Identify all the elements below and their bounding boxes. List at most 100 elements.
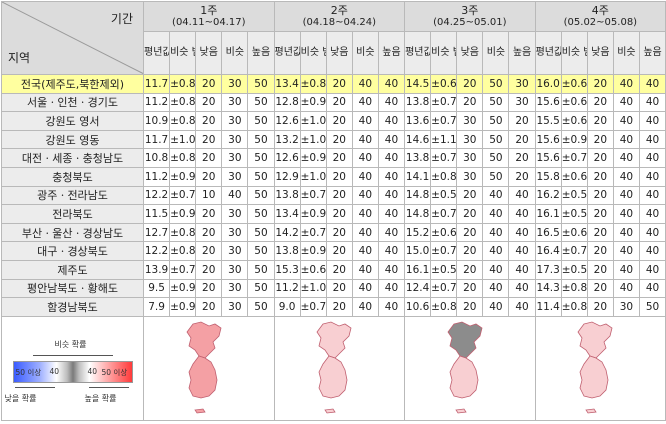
week-4-normal-cell: 15.8 bbox=[534, 166, 562, 187]
week-3-high-cell: 40 bbox=[508, 204, 536, 224]
korea-map-week-3 bbox=[447, 321, 483, 414]
week-2-range-cell: ±1.0 bbox=[299, 111, 327, 131]
table-row: 대전ㆍ세종ㆍ충청남도 10.8 ±0.8 20 30 50 12.6 ±0.9 20 40 40 13… bbox=[1, 148, 666, 168]
week-2-high-cell: 40 bbox=[377, 222, 406, 243]
week-4-range-cell: ±0.8 bbox=[560, 297, 588, 317]
region-name: 평안남북도ㆍ황해도 bbox=[1, 278, 144, 299]
week-1-header: 1주 (04.11~04.17) bbox=[143, 0, 275, 33]
week-4-range-cell: ±0.7 bbox=[560, 241, 588, 261]
week-4-low-cell: 20 bbox=[586, 297, 614, 317]
table-row: 제주도 13.9 ±0.7 20 30 50 15.3 ±0.6 20 40 40 16.1 ±0.5 2… bbox=[1, 259, 666, 280]
table-row: 함경남북도 7.9 ±0.9 20 30 50 9.0 ±0.7 20 40 40 10.6 ±0.8 2… bbox=[1, 297, 666, 317]
week-2-normal-cell: 9.0 bbox=[273, 297, 301, 317]
week-1-range-cell: ±0.9 bbox=[169, 204, 197, 224]
week-4-low-cell: 20 bbox=[586, 259, 614, 280]
region-name: 대구ㆍ경상북도 bbox=[1, 241, 144, 261]
week-1-map-cell bbox=[143, 315, 275, 421]
week-3-subheader-low: 낮음 bbox=[456, 31, 484, 75]
week-4-subheader-low: 낮음 bbox=[586, 31, 614, 75]
week-3-high-cell: 40 bbox=[508, 185, 536, 206]
week-3-low-cell: 30 bbox=[456, 129, 484, 150]
week-2-normal-cell: 12.6 bbox=[273, 111, 301, 131]
forecast-panel: 기간 지역 1주 (04.11~04.17) 2주 (04.18~04.24) 3주… bbox=[1, 0, 666, 423]
week-2-similar-cell: 40 bbox=[351, 148, 379, 168]
map-region-jeju bbox=[194, 408, 206, 414]
week-2-low-cell: 20 bbox=[325, 297, 353, 317]
week-3-similar-cell: 40 bbox=[482, 185, 510, 206]
week-1-similar-cell: 30 bbox=[221, 278, 249, 299]
week-1-subheader-normal: 평년값 (℃) bbox=[142, 31, 171, 75]
region-name: 대전ㆍ세종ㆍ충청남도 bbox=[1, 148, 144, 168]
week-3-range-cell: ±0.8 bbox=[430, 166, 458, 187]
week-3-high-cell: 40 bbox=[508, 278, 536, 299]
week-3-similar-cell: 40 bbox=[482, 297, 510, 317]
week-3-similar-cell: 40 bbox=[482, 241, 510, 261]
week-4-similar-cell: 40 bbox=[612, 204, 640, 224]
week-3-low-cell: 20 bbox=[456, 185, 484, 206]
week-4-normal-cell: 17.3 bbox=[534, 259, 562, 280]
region-name: 서울ㆍ인천ㆍ경기도 bbox=[1, 92, 144, 113]
korea-map-week-4 bbox=[577, 321, 613, 414]
week-4-low-cell: 20 bbox=[586, 166, 614, 187]
week-4-subheader-similar: 비슷 bbox=[612, 31, 640, 75]
week-4-range-cell: ±0.5 bbox=[560, 259, 588, 280]
week-3-range-cell: ±0.6 bbox=[430, 222, 458, 243]
week-4-range-cell: ±0.5 bbox=[560, 185, 588, 206]
map-region-jeju bbox=[455, 408, 467, 414]
week-1-range-cell: ±0.7 bbox=[169, 185, 197, 206]
region-name: 부산ㆍ울산ㆍ경상남도 bbox=[1, 222, 144, 243]
table-row: 강원도 영서 10.9 ±0.8 20 30 50 12.6 ±1.0 20 40 40 13.6 ±0… bbox=[1, 111, 666, 131]
table-row: 강원도 영동 11.7 ±1.0 20 30 50 13.2 ±1.0 20 40 40 14.6 ±1… bbox=[1, 129, 666, 150]
week-3-high-cell: 20 bbox=[508, 166, 536, 187]
week-4-normal-cell: 16.4 bbox=[534, 241, 562, 261]
week-4-high-cell: 40 bbox=[638, 222, 666, 243]
map-region-south bbox=[188, 355, 218, 399]
week-1-low-cell: 20 bbox=[195, 222, 223, 243]
week-2-normal-cell: 12.8 bbox=[273, 92, 301, 113]
week-4-low-cell: 20 bbox=[586, 222, 614, 243]
week-1-range-cell: ±0.7 bbox=[169, 259, 197, 280]
week-2-similar-cell: 40 bbox=[351, 297, 379, 317]
week-3-subheader-similar: 비슷 bbox=[482, 31, 510, 75]
week-1-normal-cell: 11.2 bbox=[142, 166, 171, 187]
week-3-similar-cell: 50 bbox=[482, 111, 510, 131]
table-row: 부산ㆍ울산ㆍ경상남도 12.7 ±0.8 20 30 50 14.2 ±0.7 20 40 40 15… bbox=[1, 222, 666, 243]
week-4-range-cell: ±0.7 bbox=[560, 148, 588, 168]
week-1-normal-cell: 13.9 bbox=[142, 259, 171, 280]
week-4-normal-cell: 15.5 bbox=[534, 111, 562, 131]
week-4-normal-cell: 16.2 bbox=[534, 185, 562, 206]
week-2-range-cell: ±0.9 bbox=[299, 148, 327, 168]
week-1-similar-cell: 40 bbox=[221, 185, 249, 206]
week-1-low-cell: 20 bbox=[195, 148, 223, 168]
table-row: 광주ㆍ전라남도 12.2 ±0.7 10 40 50 13.8 ±0.7 20 40 40 14.8 ±… bbox=[1, 185, 666, 206]
week-1-range-cell: ±0.8 bbox=[169, 74, 197, 94]
week-4-similar-cell: 40 bbox=[612, 241, 640, 261]
week-4-subheader-range: 비슷 범위 (℃) bbox=[560, 31, 588, 75]
week-3-similar-cell: 50 bbox=[482, 92, 510, 113]
week-1-normal-cell: 11.7 bbox=[142, 74, 171, 94]
week-4-normal-cell: 15.6 bbox=[534, 92, 562, 113]
week-4-range-cell: ±0.6 bbox=[560, 74, 588, 94]
table-row: 대구ㆍ경상북도 12.2 ±0.8 20 30 50 13.8 ±0.9 20 40 40 15.0 ±… bbox=[1, 241, 666, 261]
week-2-similar-cell: 40 bbox=[351, 185, 379, 206]
week-2-high-cell: 40 bbox=[377, 92, 406, 113]
map-region-north bbox=[186, 321, 222, 359]
period-label: 기간 bbox=[110, 12, 133, 26]
week-2-range-cell: ±0.9 bbox=[299, 204, 327, 224]
table-row: 충청북도 11.2 ±0.9 20 30 50 12.9 ±1.0 20 40 40 14.1 ±0.8… bbox=[1, 166, 666, 187]
week-1-high-cell: 50 bbox=[247, 278, 275, 299]
week-2-low-cell: 20 bbox=[325, 185, 353, 206]
week-4-similar-cell: 40 bbox=[612, 259, 640, 280]
week-3-range-cell: ±0.5 bbox=[430, 259, 458, 280]
week-2-subheader-normal: 평년값 (℃) bbox=[273, 31, 301, 75]
week-3-normal-cell: 16.1 bbox=[404, 259, 432, 280]
map-region-north bbox=[447, 321, 483, 359]
week-1-high-cell: 50 bbox=[247, 222, 275, 243]
legend-arrow-top bbox=[32, 354, 113, 356]
week-1-similar-cell: 30 bbox=[221, 204, 249, 224]
week-4-similar-cell: 40 bbox=[612, 92, 640, 113]
week-3-normal-cell: 14.8 bbox=[404, 204, 432, 224]
week-2-high-cell: 40 bbox=[377, 241, 406, 261]
week-3-similar-cell: 50 bbox=[482, 129, 510, 150]
week-4-similar-cell: 40 bbox=[612, 129, 640, 150]
